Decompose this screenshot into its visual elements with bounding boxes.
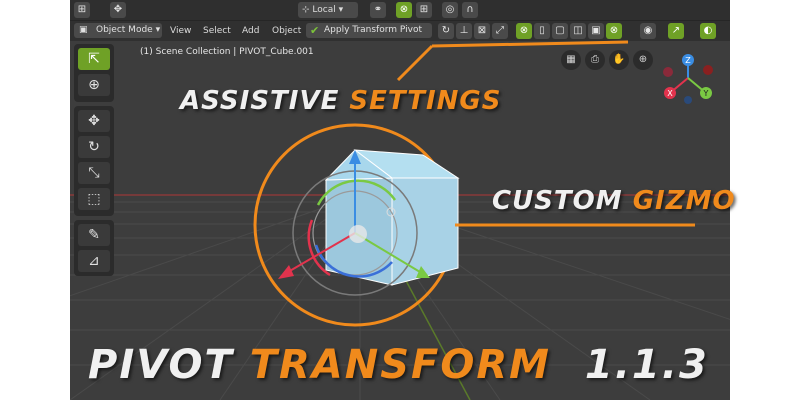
visibility-icon[interactable]: ◉: [640, 23, 656, 39]
pivot-snap-icon[interactable]: ⊗: [516, 23, 532, 39]
object-mode-dropdown[interactable]: ▣ Object Mode ▾: [74, 23, 162, 38]
version-label: 1.1.3: [584, 342, 709, 388]
scale-icon[interactable]: ⤡: [78, 162, 110, 184]
toolbar-group-transform: ✥ ↻ ⤡ ⬚: [74, 106, 114, 216]
pivot-drag-icon[interactable]: ⤢: [492, 23, 508, 39]
cursor-select-icon[interactable]: ⇱: [78, 48, 110, 70]
rotate-icon[interactable]: ↻: [78, 136, 110, 158]
pivot-vertex-icon[interactable]: ▯: [534, 23, 550, 39]
transform-icon[interactable]: ⬚: [78, 188, 110, 210]
pivot-volume-icon[interactable]: ▣: [588, 23, 604, 39]
toolbar-group-annotate: ✎ ⊿: [74, 220, 114, 276]
pivot-axis-icon[interactable]: ⊥: [456, 23, 472, 39]
proportional-edit-icon[interactable]: ◎: [442, 2, 458, 18]
zoom-icon[interactable]: ⊕: [633, 50, 653, 70]
orientation-dropdown[interactable]: ⊹ Local ▾: [298, 2, 358, 18]
pivot-align-icon[interactable]: ⊠: [474, 23, 490, 39]
pivot-face-icon[interactable]: ◫: [570, 23, 586, 39]
callout-assistive-settings: ASSISTIVE SETTINGS: [180, 86, 502, 116]
reset-pivot-icon[interactable]: ↻: [438, 23, 454, 39]
menu-select[interactable]: Select: [203, 24, 231, 38]
camera-icon[interactable]: ⎙: [585, 50, 605, 70]
pivot-point-icon[interactable]: ⚭: [370, 2, 386, 18]
overlays-icon[interactable]: ◐: [700, 23, 716, 39]
3d-cursor-icon[interactable]: ⊕: [78, 74, 110, 96]
editor-type-icon[interactable]: ⊞: [74, 2, 90, 18]
object-name-label: PIVOT_Cube.001: [358, 226, 425, 235]
product-title: PIVOT TRANSFORM 1.1.3: [88, 342, 709, 388]
header-bar: ⊞ ✥ ⊹ Local ▾ ⚭ ⊗ ⊞ ◎ ∩: [70, 0, 730, 21]
check-icon: ✔: [310, 24, 320, 37]
perspective-grid-icon[interactable]: ▦: [561, 50, 581, 70]
apply-transform-pivot-button[interactable]: ✔ Apply Transform Pivot: [306, 23, 432, 38]
measure-icon[interactable]: ⊿: [78, 250, 110, 272]
object-mode-icon: ▣: [79, 25, 88, 35]
snap-target-icon[interactable]: ⊞: [416, 2, 432, 18]
cursor-transform-icon[interactable]: ✥: [110, 2, 126, 18]
snap-icon[interactable]: ⊗: [396, 2, 412, 18]
breadcrumb: (1) Scene Collection | PIVOT_Cube.001: [140, 47, 314, 57]
menu-view[interactable]: View: [170, 24, 191, 38]
orientation-icon: ⊹: [302, 5, 313, 15]
hand-pan-icon[interactable]: ✋: [609, 50, 629, 70]
callout-custom-gizmo: CUSTOM GIZMO: [492, 186, 736, 216]
annotate-icon[interactable]: ✎: [78, 224, 110, 246]
gizmo-toggle-icon[interactable]: ↗: [668, 23, 684, 39]
toolbar-group-select: ⇱ ⊕: [74, 44, 114, 102]
pivot-edge-icon[interactable]: ▢: [552, 23, 568, 39]
falloff-icon[interactable]: ∩: [462, 2, 478, 18]
pivot-settings-icon[interactable]: ⊗: [606, 23, 622, 39]
menu-add[interactable]: Add: [242, 24, 259, 38]
move-icon[interactable]: ✥: [78, 110, 110, 132]
menu-object[interactable]: Object: [272, 24, 301, 38]
